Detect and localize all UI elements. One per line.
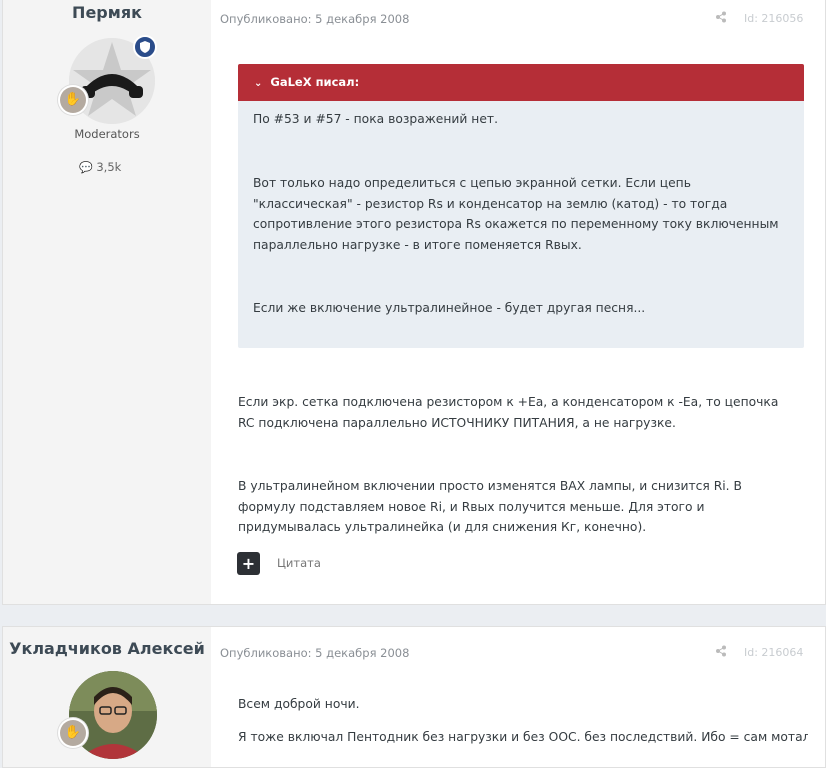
post-count[interactable]: 💬 3,5k bbox=[79, 160, 121, 174]
post-id[interactable]: Id: 216056 bbox=[744, 12, 803, 25]
plus-icon: + bbox=[241, 554, 256, 573]
share-icon[interactable] bbox=[715, 645, 727, 660]
post-paragraph: Если экр. сетка подключена резистором к … bbox=[238, 395, 779, 430]
quote-button[interactable]: Цитата bbox=[277, 556, 321, 570]
quote-paragraph: Вот только надо определиться с цепью экр… bbox=[253, 176, 779, 252]
post: Укладчиков Алексей ✋ Опубликовано: 5 дек… bbox=[2, 626, 826, 768]
chevron-down-icon: ⌄ bbox=[254, 78, 263, 89]
comment-icon: 💬 bbox=[79, 161, 93, 174]
post-paragraph: Всем доброй ночи. bbox=[238, 697, 360, 711]
quote-paragraph: Если же включение ультралинейное - будет… bbox=[253, 301, 646, 315]
share-icon[interactable] bbox=[715, 11, 727, 26]
multiquote-plus-button[interactable]: + bbox=[237, 552, 260, 575]
post-date[interactable]: Опубликовано: 5 декабря 2008 bbox=[220, 646, 409, 660]
quote-paragraph: По #53 и #57 - пока возражений нет. bbox=[253, 112, 498, 126]
quote-author: GaLeX писал: bbox=[270, 75, 360, 89]
post-paragraph: В ультралинейном включении просто изменя… bbox=[238, 479, 742, 534]
post-paragraph: Я тоже включал Пентодник без нагрузки и … bbox=[238, 730, 808, 744]
shield-icon bbox=[140, 41, 150, 53]
post-id[interactable]: Id: 216064 bbox=[744, 646, 803, 659]
post: Пермяк ✋ Moderators 💬 3,5k Опубликовано:… bbox=[2, 0, 826, 605]
rank-badge: ✋ bbox=[58, 718, 88, 748]
moderator-badge bbox=[133, 35, 157, 59]
author-role: Moderators bbox=[74, 127, 140, 141]
rank-badge: ✋ bbox=[58, 85, 88, 115]
avatar-image bbox=[69, 671, 157, 759]
hand-icon: ✋ bbox=[60, 87, 86, 113]
quote-header[interactable]: ⌄ GaLeX писал: bbox=[238, 64, 804, 101]
avatar[interactable] bbox=[69, 671, 157, 759]
hand-icon: ✋ bbox=[60, 720, 86, 746]
post-date[interactable]: Опубликовано: 5 декабря 2008 bbox=[220, 12, 409, 26]
author-name[interactable]: Пермяк bbox=[3, 3, 211, 22]
quote-block: ⌄ GaLeX писал: По #53 и #57 - пока возра… bbox=[238, 64, 804, 348]
author-name[interactable]: Укладчиков Алексей bbox=[3, 639, 211, 658]
post-count-value: 3,5k bbox=[96, 160, 122, 174]
